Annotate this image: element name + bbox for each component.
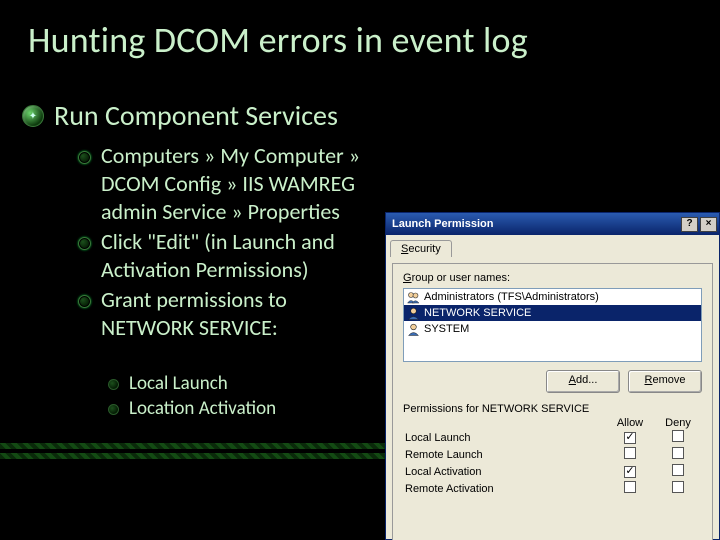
user-row-system[interactable]: SYSTEM: [404, 321, 701, 337]
remove-button[interactable]: Remove: [628, 370, 702, 393]
subsub-text: Location Activation: [129, 397, 276, 421]
perm-name: Local Activation: [403, 466, 606, 478]
sub-text: Grant permissions to NETWORK SERVICE:: [101, 286, 371, 342]
col-deny: Deny: [654, 417, 702, 429]
list-item: Click "Edit" (in Launch and Activation P…: [78, 228, 378, 284]
perm-name: Remote Activation: [403, 483, 606, 495]
add-button[interactable]: Add...: [546, 370, 620, 393]
checkbox-deny[interactable]: [672, 464, 684, 476]
checkbox-allow[interactable]: [624, 447, 636, 459]
users-listbox[interactable]: Administrators (TFS\Administrators) NETW…: [403, 288, 702, 362]
bullet-icon: [78, 237, 91, 250]
perm-row: Local Launch ✓: [403, 429, 702, 446]
user-label: Administrators (TFS\Administrators): [424, 291, 599, 303]
main-bullet-label: Run Component Services: [54, 98, 338, 133]
checkbox-allow[interactable]: ✓: [624, 466, 636, 478]
group-names-label: Group or user names:: [403, 272, 702, 284]
user-icon: [407, 323, 420, 336]
checkbox-allow[interactable]: ✓: [624, 432, 636, 444]
list-item: Local Launch: [108, 372, 276, 396]
perm-row: Remote Activation: [403, 480, 702, 497]
bullet-icon: [78, 295, 91, 308]
permissions-for-label: Permissions for NETWORK SERVICE: [403, 403, 702, 415]
user-icon: [407, 307, 420, 320]
checkbox-allow[interactable]: [624, 481, 636, 493]
user-row-administrators[interactable]: Administrators (TFS\Administrators): [404, 289, 701, 305]
services-icon: ✦: [22, 105, 44, 127]
sub-text: Click "Edit" (in Launch and Activation P…: [101, 228, 371, 284]
perm-name: Local Launch: [403, 432, 606, 444]
list-item: Grant permissions to NETWORK SERVICE:: [78, 286, 378, 342]
permissions-header: Allow Deny: [403, 417, 702, 429]
perm-name: Remote Launch: [403, 449, 606, 461]
help-button[interactable]: ?: [681, 217, 698, 232]
col-allow: Allow: [606, 417, 654, 429]
slide-title: Hunting DCOM errors in event log: [28, 18, 528, 62]
close-button[interactable]: ×: [700, 217, 717, 232]
titlebar: Launch Permission ? ×: [386, 213, 719, 235]
checkbox-deny[interactable]: [672, 447, 684, 459]
bullet-icon: [78, 151, 91, 164]
list-item: Computers » My Computer » DCOM Config » …: [78, 142, 378, 226]
bullet-icon: [108, 404, 119, 415]
group-icon: [407, 291, 420, 304]
perm-row: Local Activation ✓: [403, 463, 702, 480]
sub-text: Computers » My Computer » DCOM Config » …: [101, 142, 378, 226]
checkbox-deny[interactable]: [672, 481, 684, 493]
user-row-network-service[interactable]: NETWORK SERVICE: [404, 305, 701, 321]
perm-row: Remote Launch: [403, 446, 702, 463]
user-label: NETWORK SERVICE: [424, 307, 531, 319]
launch-permission-dialog: Launch Permission ? × Security Group or …: [385, 212, 720, 540]
checkbox-deny[interactable]: [672, 430, 684, 442]
bullet-icon: [108, 379, 119, 390]
subsub-text: Local Launch: [129, 372, 228, 396]
user-label: SYSTEM: [424, 323, 469, 335]
tab-security[interactable]: Security: [390, 240, 452, 257]
dialog-title: Launch Permission: [392, 218, 493, 230]
list-item: Location Activation: [108, 397, 276, 421]
